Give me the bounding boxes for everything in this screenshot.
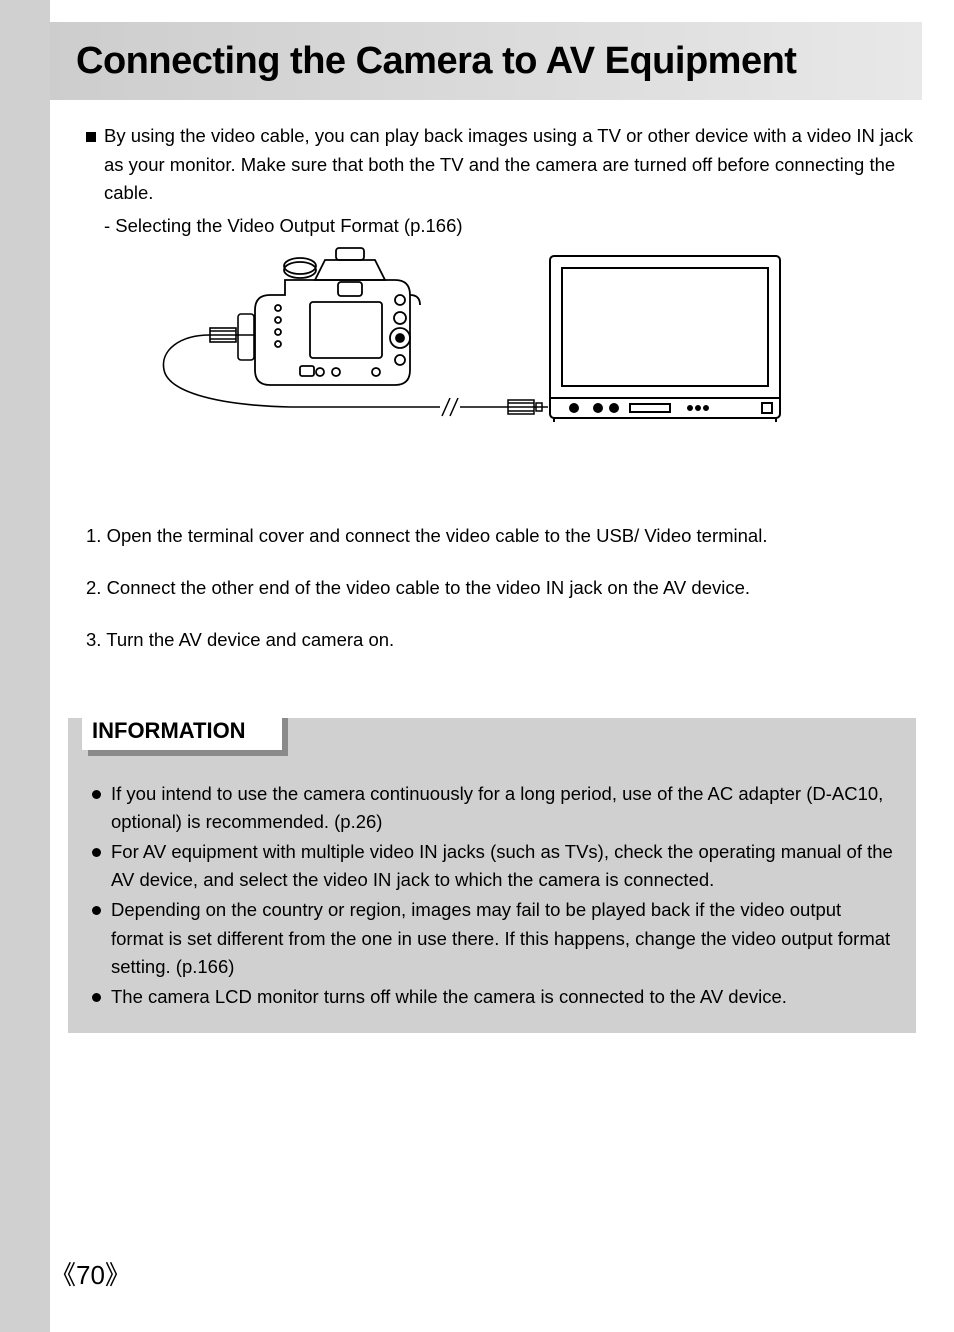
steps-section: 1. Open the terminal cover and connect t…	[86, 522, 916, 677]
info-text-2: For AV equipment with multiple video IN …	[111, 838, 896, 894]
bullet-icon	[92, 790, 101, 799]
square-bullet-icon	[86, 132, 96, 142]
intro-section: By using the video cable, you can play b…	[86, 122, 916, 241]
page-number-text: 《70》	[50, 1260, 131, 1290]
info-text-3: Depending on the country or region, imag…	[111, 896, 896, 980]
bullet-icon	[92, 993, 101, 1002]
info-item-1: If you intend to use the camera continuo…	[88, 780, 896, 836]
step-3: 3. Turn the AV device and camera on.	[86, 626, 916, 654]
info-item-4: The camera LCD monitor turns off while t…	[88, 983, 896, 1011]
intro-block: By using the video cable, you can play b…	[86, 122, 916, 241]
page-title: Connecting the Camera to AV Equipment	[76, 40, 796, 83]
info-heading-text: INFORMATION	[92, 718, 246, 744]
step-1: 1. Open the terminal cover and connect t…	[86, 522, 916, 550]
intro-text: By using the video cable, you can play b…	[104, 122, 916, 208]
info-text-4: The camera LCD monitor turns off while t…	[111, 983, 896, 1011]
info-list: If you intend to use the camera continuo…	[88, 780, 896, 1011]
camera-tv-diagram-icon	[150, 240, 790, 440]
info-item-2: For AV equipment with multiple video IN …	[88, 838, 896, 894]
intro-row: By using the video cable, you can play b…	[86, 122, 916, 208]
left-margin-strip	[0, 0, 50, 1332]
connection-diagram	[150, 240, 790, 440]
intro-subline: - Selecting the Video Output Format (p.1…	[104, 212, 916, 241]
info-item-3: Depending on the country or region, imag…	[88, 896, 896, 980]
page-number: 《70》	[50, 1255, 131, 1292]
step-2: 2. Connect the other end of the video ca…	[86, 574, 916, 602]
bullet-icon	[92, 848, 101, 857]
information-box: INFORMATION If you intend to use the cam…	[68, 718, 916, 1033]
info-text-1: If you intend to use the camera continuo…	[111, 780, 896, 836]
page-title-bar: Connecting the Camera to AV Equipment	[50, 22, 922, 100]
info-heading: INFORMATION	[82, 712, 282, 750]
info-heading-row: INFORMATION	[82, 712, 896, 758]
bullet-icon	[92, 906, 101, 915]
manual-page: Connecting the Camera to AV Equipment By…	[0, 0, 954, 1332]
